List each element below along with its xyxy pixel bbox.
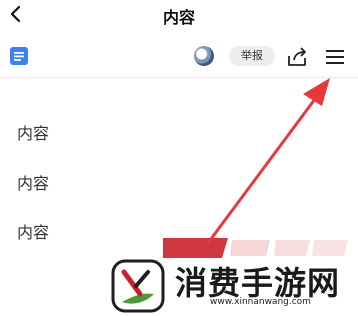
document-icon bbox=[10, 47, 28, 65]
content-item: 内容 bbox=[17, 174, 50, 193]
share-icon[interactable] bbox=[285, 46, 309, 68]
toolbar: 举报 bbox=[0, 38, 358, 74]
menu-icon[interactable] bbox=[323, 46, 347, 68]
content-item: 内容 bbox=[17, 124, 50, 143]
avatar[interactable] bbox=[194, 46, 214, 66]
watermark-url: www.xinnanwang.com bbox=[210, 297, 311, 307]
report-button[interactable]: 举报 bbox=[229, 46, 275, 66]
page-title: 内容 bbox=[162, 8, 195, 27]
toolbar-divider bbox=[0, 77, 358, 78]
watermark-logo-icon bbox=[111, 259, 165, 313]
navbar: 内容 bbox=[0, 0, 358, 30]
content-item: 内容 bbox=[17, 223, 50, 242]
